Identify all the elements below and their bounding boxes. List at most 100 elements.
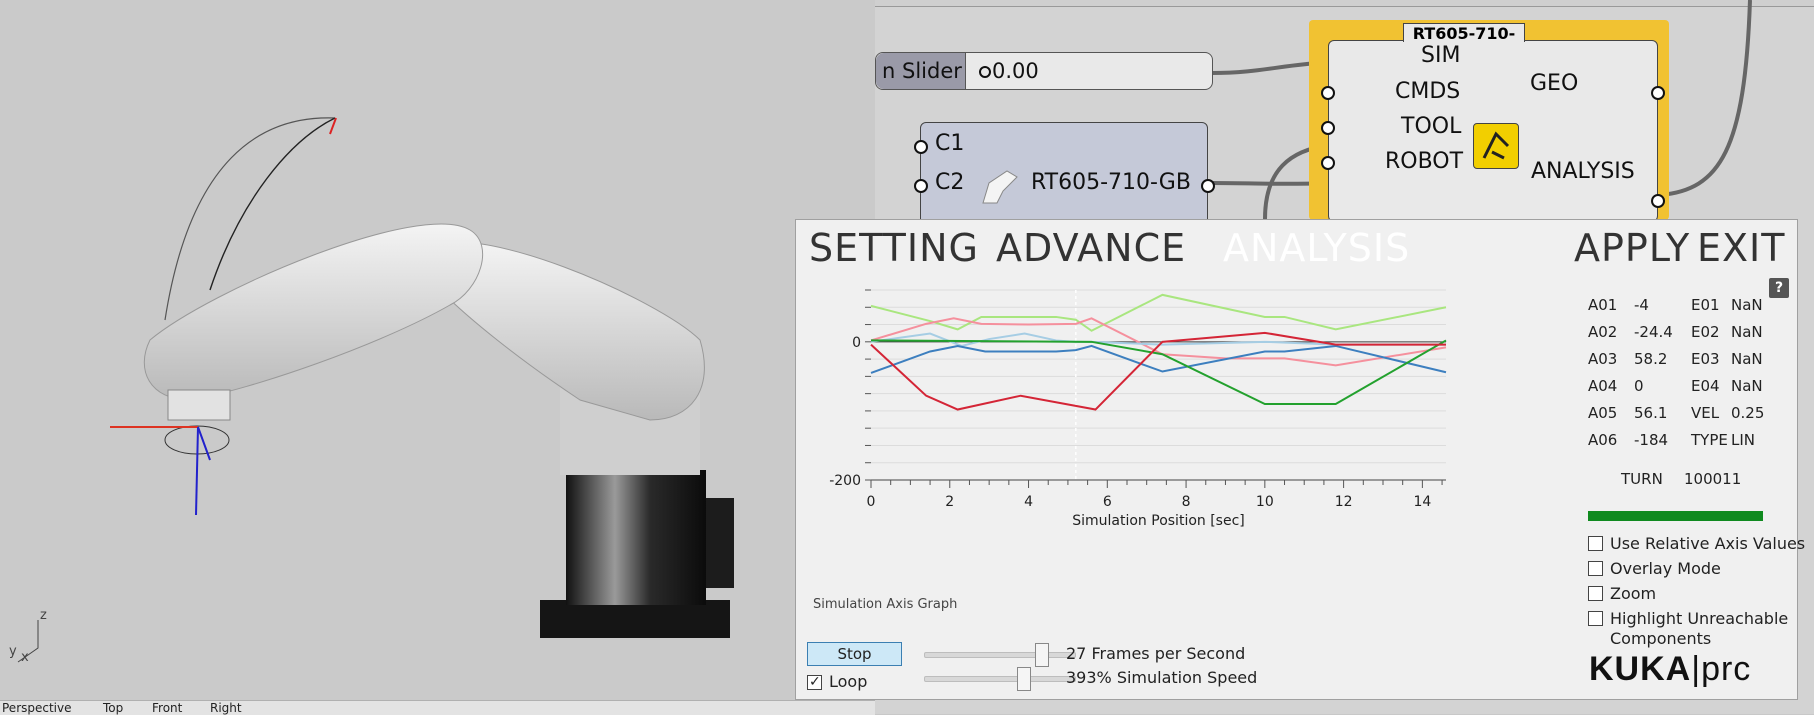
overlay-mode-checkbox[interactable] — [1588, 561, 1603, 576]
cmds-input-port[interactable] — [1321, 86, 1335, 100]
slider-value: 0.00 — [992, 59, 1039, 83]
menu-setting[interactable]: SETTING — [809, 226, 979, 270]
series-line-5 — [870, 339, 1447, 405]
x-tick-label: 2 — [945, 494, 954, 510]
menu-advance[interactable]: ADVANCE — [996, 226, 1186, 270]
axis-a: A05 — [1588, 404, 1618, 422]
check-icon: ✓ — [809, 674, 821, 690]
axis-graph[interactable]: 0 2 4 6 8 10 12 14 0 -200 Simulation Position [sec… — [796, 280, 1571, 595]
fps-slider-thumb[interactable] — [1035, 643, 1049, 667]
axis-z-label: z — [40, 608, 47, 623]
axis-e: E02 — [1691, 323, 1720, 341]
robot-input-label: ROBOT — [1385, 149, 1464, 174]
viewport-tabs: Perspective Top Front Right — [0, 700, 875, 715]
highlight-unreachable-label: Highlight Unreachable — [1610, 609, 1789, 628]
robot-name-label: RT605-710-GB — [1031, 170, 1191, 195]
axis-x-label: x — [21, 650, 29, 665]
stop-button[interactable]: Stop — [807, 642, 902, 666]
axis-a: A01 — [1588, 296, 1618, 314]
axis-a: A06 — [1588, 431, 1618, 449]
geo-output-label: GEO — [1530, 71, 1579, 96]
axis-av: 0 — [1634, 377, 1644, 395]
c-output-port[interactable] — [1201, 179, 1215, 193]
kuka-prc-icon — [1473, 123, 1519, 169]
robot-render — [17, 117, 734, 663]
overlay-mode-label: Overlay Mode — [1610, 559, 1721, 578]
turn-value: 100011 — [1684, 470, 1742, 488]
x-tick-label: 6 — [1103, 494, 1112, 510]
c2-input-port[interactable] — [914, 179, 928, 193]
progress-fill — [1588, 511, 1763, 521]
axis-ev: 0.25 — [1731, 404, 1765, 422]
logo-kuka: KUKA — [1589, 650, 1692, 688]
menu-apply[interactable]: APPLY — [1574, 226, 1690, 270]
x-tick-label: 14 — [1413, 494, 1431, 510]
axis-a: A02 — [1588, 323, 1618, 341]
zoom-checkbox[interactable] — [1588, 586, 1603, 601]
robot-forearm — [143, 223, 484, 401]
tab-top[interactable]: Top — [103, 701, 123, 715]
axis-ev: NaN — [1731, 377, 1763, 395]
axis-ev: NaN — [1731, 296, 1763, 314]
axis-ev: NaN — [1731, 323, 1763, 341]
axis-e: E03 — [1691, 350, 1720, 368]
analysis-output-port[interactable] — [1651, 194, 1665, 208]
axis-e: E04 — [1691, 377, 1720, 395]
tab-right[interactable]: Right — [210, 701, 242, 715]
help-button[interactable]: ? — [1769, 278, 1789, 298]
robot-thumbnail-icon — [982, 170, 1018, 204]
number-slider[interactable]: n Slider 0.00 — [875, 52, 1213, 90]
kuka-prc-logo: KUKA|prc — [1589, 650, 1751, 689]
x-tick-label: 0 — [867, 494, 876, 510]
axis-y-label: y — [9, 644, 17, 659]
y-tick-label: 0 — [852, 335, 861, 351]
slider-name: n Slider — [876, 53, 966, 89]
highlight-unreachable-label-2: Components — [1610, 629, 1712, 648]
logo-prc: prc — [1701, 650, 1752, 688]
tab-front[interactable]: Front — [152, 701, 182, 715]
component-title: RT605-710-GB — [1403, 23, 1525, 42]
x-axis-label: Simulation Position [sec] — [1072, 513, 1245, 529]
tool-input-port[interactable] — [1321, 121, 1335, 135]
3d-viewport[interactable]: z y x Perspective Top Front Right — [0, 0, 875, 715]
kuka-prc-core-component[interactable]: RT605-710-GB SIM CMDS TOOL ROBOT GEO ANA… — [1321, 23, 1665, 222]
menu-analysis[interactable]: ANALYSIS — [1223, 226, 1410, 270]
robot-base — [566, 470, 706, 605]
relative-axis-label: Use Relative Axis Values — [1610, 534, 1806, 553]
relative-axis-checkbox[interactable] — [1588, 536, 1603, 551]
cmds-input-label: CMDS — [1395, 79, 1461, 104]
speed-slider-track[interactable] — [924, 676, 1076, 682]
turn-label: TURN — [1621, 470, 1663, 488]
axis-av: -24.4 — [1634, 323, 1673, 341]
c1-label: C1 — [935, 131, 965, 156]
geo-output-port[interactable] — [1651, 86, 1665, 100]
fps-label: 27 Frames per Second — [1066, 644, 1246, 663]
tab-perspective[interactable]: Perspective — [2, 701, 72, 715]
robot-base-plate — [540, 600, 730, 638]
analysis-dialog: SETTING ADVANCE ANALYSIS APPLY EXIT ? 0 2… — [795, 219, 1805, 700]
fps-slider-track[interactable] — [924, 652, 1076, 658]
c-parameter-component[interactable]: C1 C2 RT605-710-GB — [914, 122, 1215, 234]
axis-av: 58.2 — [1634, 350, 1668, 368]
speed-slider-thumb[interactable] — [1017, 667, 1031, 691]
axis-a: A03 — [1588, 350, 1618, 368]
loop-checkbox[interactable]: ✓ — [807, 674, 822, 690]
x-tick-label: 4 — [1024, 494, 1033, 510]
speed-label: 393% Simulation Speed — [1066, 668, 1258, 687]
graph-caption: Simulation Axis Graph — [813, 597, 958, 612]
axis-a: A04 — [1588, 377, 1618, 395]
robot-input-port[interactable] — [1321, 156, 1335, 170]
x-tick-label: 8 — [1182, 494, 1191, 510]
highlight-unreachable-checkbox[interactable] — [1588, 611, 1603, 626]
logo-separator: | — [1691, 650, 1702, 688]
axis-e: E01 — [1691, 296, 1720, 314]
analysis-output-label: ANALYSIS — [1531, 159, 1635, 184]
axis-e: VEL — [1691, 404, 1720, 422]
menu-exit[interactable]: EXIT — [1697, 226, 1785, 270]
axis-e: TYPE — [1691, 431, 1728, 449]
grasshopper-toolbar — [875, 0, 1814, 7]
simulation-progress — [1588, 511, 1763, 521]
axis-ev: LIN — [1731, 431, 1756, 449]
slider-grip-icon[interactable] — [979, 66, 991, 78]
c1-input-port[interactable] — [914, 140, 928, 154]
